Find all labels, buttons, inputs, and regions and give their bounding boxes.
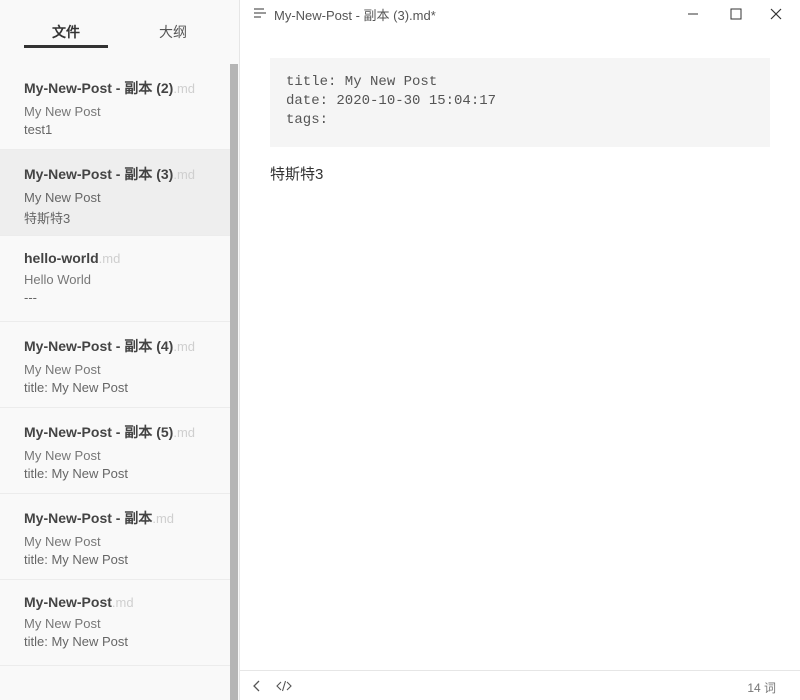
file-ext: .md	[173, 167, 196, 182]
file-title: My-New-Post - 副本 (4).md	[24, 336, 230, 356]
file-ext: .md	[173, 425, 196, 440]
tab-outline[interactable]: 大纲	[131, 22, 215, 42]
file-preview-line: My New Post	[24, 448, 101, 463]
file-ext: .md	[111, 595, 134, 610]
source-code-icon[interactable]	[276, 679, 292, 693]
file-preview-line: My New Post	[24, 190, 101, 205]
editor[interactable]: title: My New Post date: 2020-10-30 15:0…	[240, 28, 800, 670]
file-preview-line: title: My New Post	[24, 552, 129, 567]
sidebar-scrollbar[interactable]	[230, 64, 238, 700]
file-title: My-New-Post - 副本.md	[24, 508, 230, 528]
active-tab-indicator	[24, 45, 108, 48]
file-preview-line: My New Post	[24, 616, 101, 631]
file-ext: .md	[173, 339, 196, 354]
front-matter-line: date: 2020-10-30 15:04:17	[286, 93, 497, 109]
tab-files[interactable]: 文件	[24, 22, 108, 42]
file-name: My-New-Post	[24, 594, 112, 610]
titlebar: My-New-Post - 副本 (3).md*	[240, 0, 800, 28]
front-matter-line: title: My New Post	[286, 74, 438, 90]
file-title: My-New-Post - 副本 (3).md	[24, 164, 230, 184]
file-item[interactable]: hello-world.md Hello World ---	[0, 236, 230, 322]
editor-paragraph[interactable]: 特斯特3	[270, 163, 323, 184]
sidebar: 文件 大纲 My-New-Post - 副本 (2).md My New Pos…	[0, 0, 240, 700]
document-title: My-New-Post - 副本 (3).md*	[274, 8, 436, 23]
file-preview-line: 特斯特3	[24, 211, 71, 226]
file-ext: .md	[98, 251, 121, 266]
file-item-active[interactable]: My-New-Post - 副本 (3).md My New Post 特斯特3	[0, 150, 230, 236]
chevron-left-icon[interactable]	[250, 679, 264, 693]
file-item[interactable]: My-New-Post - 副本 (5).md My New Post titl…	[0, 408, 230, 494]
file-preview-line: title: My New Post	[24, 466, 129, 481]
maximize-icon[interactable]	[726, 4, 746, 24]
file-preview-line: My New Post	[24, 534, 101, 549]
statusbar: 14 词	[240, 670, 800, 700]
file-title: hello-world.md	[24, 250, 230, 266]
word-count[interactable]: 14 词	[747, 679, 776, 696]
file-ext: .md	[152, 511, 175, 526]
file-name: My-New-Post - 副本	[24, 510, 153, 526]
file-preview-line: My New Post	[24, 362, 101, 377]
menu-icon[interactable]	[253, 6, 267, 20]
close-icon[interactable]	[766, 4, 786, 24]
file-title: My-New-Post - 副本 (5).md	[24, 422, 230, 442]
file-ext: .md	[173, 81, 196, 96]
file-item[interactable]: My-New-Post.md My New Post title: My New…	[0, 580, 230, 666]
file-name: hello-world	[24, 250, 99, 266]
file-name: My-New-Post - 副本 (3)	[24, 166, 174, 182]
file-preview-line: title: My New Post	[24, 380, 129, 395]
file-preview-line: ---	[24, 290, 37, 305]
file-title: My-New-Post.md	[24, 594, 230, 610]
file-list: My-New-Post - 副本 (2).md My New Post test…	[0, 64, 230, 666]
file-title: My-New-Post - 副本 (2).md	[24, 78, 230, 98]
front-matter-line: tags:	[286, 112, 329, 128]
file-preview-line: My New Post	[24, 104, 101, 119]
file-item[interactable]: My-New-Post - 副本 (2).md My New Post test…	[0, 64, 230, 150]
file-preview-line: Hello World	[24, 272, 91, 287]
file-name: My-New-Post - 副本 (4)	[24, 338, 174, 354]
file-name: My-New-Post - 副本 (2)	[24, 80, 174, 96]
sidebar-tabs: 文件 大纲	[0, 0, 240, 64]
file-name: My-New-Post - 副本 (5)	[24, 424, 174, 440]
minimize-icon[interactable]	[683, 4, 703, 24]
file-preview-line: test1	[24, 122, 53, 137]
file-preview-line: title: My New Post	[24, 634, 129, 649]
file-item[interactable]: My-New-Post - 副本.md My New Post title: M…	[0, 494, 230, 580]
file-item[interactable]: My-New-Post - 副本 (4).md My New Post titl…	[0, 322, 230, 408]
front-matter-block[interactable]: title: My New Post date: 2020-10-30 15:0…	[270, 58, 770, 147]
